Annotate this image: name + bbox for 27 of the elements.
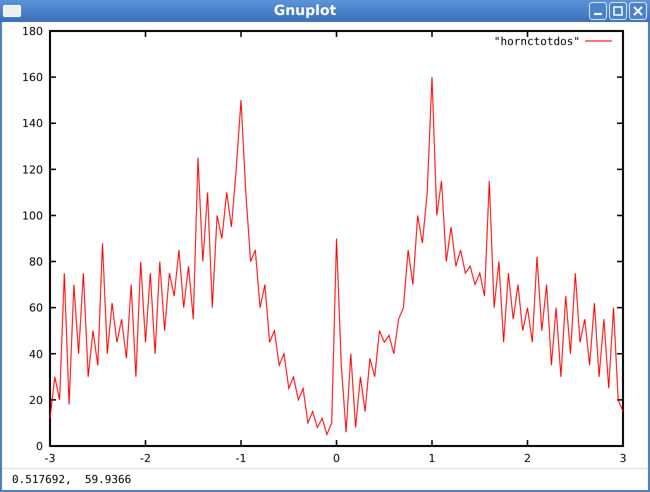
axis-tick-label: 0 xyxy=(333,452,340,465)
axis-tick-label: 0 xyxy=(36,440,43,453)
axis-tick-label: 100 xyxy=(22,209,43,222)
axis-tick-label: 2 xyxy=(524,452,531,465)
legend-label: "hornctotdos" xyxy=(494,35,580,48)
axis-tick-label: 3 xyxy=(620,452,626,465)
axis-tick-label: -3 xyxy=(44,452,56,465)
close-icon xyxy=(633,6,643,16)
legend-line-icon xyxy=(584,40,612,42)
axis-tick-label: 140 xyxy=(22,117,43,130)
minimize-button[interactable] xyxy=(589,2,607,20)
axis-tick-label: 20 xyxy=(29,394,43,407)
maximize-icon xyxy=(613,6,623,16)
minimize-icon xyxy=(594,13,602,15)
axis-tick-label: 40 xyxy=(29,348,43,361)
axis-tick-label: 60 xyxy=(29,302,43,315)
axis-tick-label: 160 xyxy=(22,71,43,84)
close-button[interactable] xyxy=(629,2,647,20)
axis-tick-label: 180 xyxy=(22,25,43,38)
axis-tick-label: 1 xyxy=(428,452,436,465)
status-text: 0.517692, 59.9366 xyxy=(2,468,648,490)
maximize-button[interactable] xyxy=(609,2,627,20)
window-title: Gnuplot xyxy=(272,3,338,19)
axis-tick-label: -2 xyxy=(140,452,151,465)
axis-tick-label: 120 xyxy=(22,163,43,176)
axis-tick-label: 80 xyxy=(29,256,43,269)
axis-tick-label: -1 xyxy=(236,452,246,465)
